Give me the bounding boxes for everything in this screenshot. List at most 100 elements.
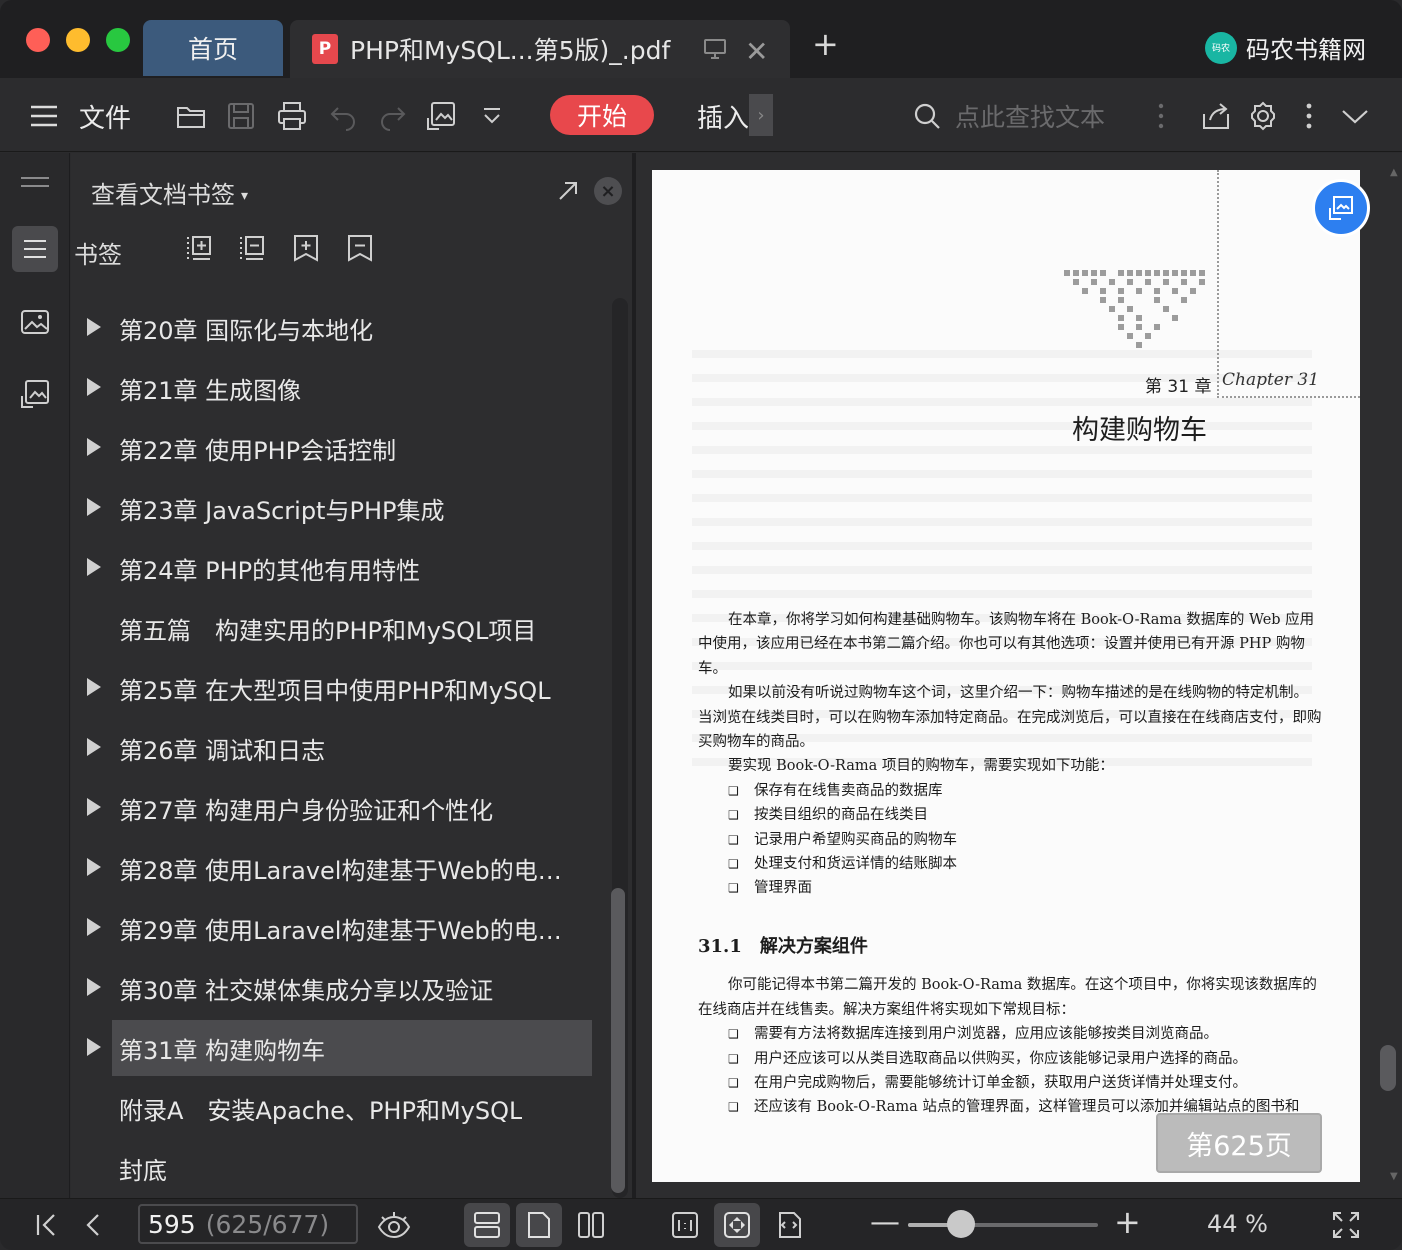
panel-title-dropdown[interactable]: 查看文档书签 ▾ — [91, 175, 248, 210]
expand-triangle-icon[interactable] — [87, 798, 101, 816]
more-tabs-arrow[interactable]: › — [749, 94, 773, 136]
settings-gear-icon[interactable] — [1247, 100, 1279, 132]
list-item: 用户还应该可以从类目选取商品以供购买，你应该能够记录用户选择的商品。 — [698, 1047, 1322, 1072]
bookmark-item[interactable]: 封底 — [71, 1138, 606, 1198]
thumbnail-button[interactable] — [12, 299, 58, 345]
zoom-window-button[interactable] — [106, 28, 130, 52]
expand-triangle-icon[interactable] — [87, 378, 101, 396]
decorative-dotted-line — [1217, 170, 1219, 398]
fit-page-button[interactable] — [714, 1203, 760, 1247]
scroll-up-arrow[interactable]: ▲ — [1390, 167, 1398, 178]
close-tab-icon[interactable]: ✕ — [745, 35, 768, 68]
bookmark-list-button[interactable] — [12, 226, 58, 272]
bookmark-label: 第21章 生成图像 — [119, 376, 302, 405]
remove-bookmark-icon[interactable] — [345, 233, 375, 263]
chapter-title: 构建购物车 — [1072, 415, 1207, 446]
more-vertical-icon[interactable] — [1145, 100, 1177, 132]
redo-icon[interactable] — [376, 100, 408, 132]
tab-insert[interactable]: 插入 — [697, 98, 749, 135]
expand-triangle-icon[interactable] — [87, 438, 101, 456]
print-icon[interactable] — [276, 100, 308, 132]
save-icon[interactable] — [225, 100, 257, 132]
fullscreen-icon[interactable] — [1330, 1209, 1362, 1241]
title-bar: 首页 P PHP和MySQL...第5版)_.pdf ✕ + 码农 码农书籍网 — [0, 0, 1402, 78]
list-item: 按类目组织的商品在线类目 — [698, 803, 1322, 828]
list-item: 处理支付和货运详情的结账脚本 — [698, 852, 1322, 877]
expand-triangle-icon[interactable] — [87, 918, 101, 936]
bookmark-item[interactable]: 第22章 使用PHP会话控制 — [71, 418, 606, 478]
extract-page-button[interactable] — [12, 371, 58, 417]
pop-out-icon[interactable] — [556, 179, 580, 203]
file-menu[interactable]: 文件 — [79, 98, 131, 135]
share-icon[interactable] — [1200, 100, 1232, 132]
bookmark-label: 附录A 安装Apache、PHP和MySQL — [119, 1096, 523, 1125]
expand-all-icon[interactable] — [184, 233, 214, 263]
expand-triangle-icon[interactable] — [87, 738, 101, 756]
expand-triangle-icon[interactable] — [87, 558, 101, 576]
continuous-scroll-button[interactable] — [464, 1203, 510, 1247]
export-image-icon — [21, 380, 49, 408]
collapse-toolbar-icon[interactable] — [1339, 100, 1371, 132]
bookmark-item[interactable]: 第28章 使用Laravel构建基于Web的电… — [71, 838, 606, 898]
section-heading: 31.1 解决方案组件 — [698, 935, 868, 957]
expand-triangle-icon[interactable] — [87, 978, 101, 996]
bookmark-item[interactable]: 第五篇 构建实用的PHP和MySQL项目 — [71, 598, 606, 658]
bookmark-item[interactable]: 附录A 安装Apache、PHP和MySQL — [71, 1078, 606, 1138]
bookmark-item[interactable]: 第27章 构建用户身份验证和个性化 — [71, 778, 606, 838]
more-options-icon[interactable] — [1293, 100, 1325, 132]
search-icon[interactable] — [911, 100, 943, 132]
previous-page-icon[interactable] — [78, 1209, 110, 1241]
expand-triangle-icon[interactable] — [87, 498, 101, 516]
two-page-button[interactable] — [568, 1203, 614, 1247]
undo-icon[interactable] — [328, 100, 360, 132]
zoom-out-button[interactable]: — — [870, 1205, 900, 1240]
tab-document[interactable]: P PHP和MySQL...第5版)_.pdf ✕ — [290, 20, 790, 78]
expand-triangle-icon[interactable] — [87, 1038, 101, 1056]
bookmark-item[interactable]: 第29章 使用Laravel构建基于Web的电… — [71, 898, 606, 958]
bookmark-item[interactable]: 第23章 JavaScript与PHP集成 — [71, 478, 606, 538]
minimize-window-button[interactable] — [66, 28, 90, 52]
panel-scrollbar-thumb[interactable] — [611, 888, 625, 1193]
bookmark-item[interactable]: 第25章 在大型项目中使用PHP和MySQL — [71, 658, 606, 718]
actual-size-button[interactable] — [662, 1203, 708, 1247]
bookmark-item[interactable]: 第21章 生成图像 — [71, 358, 606, 418]
bookmark-item[interactable]: 第30章 社交媒体集成分享以及验证 — [71, 958, 606, 1018]
new-tab-button[interactable]: + — [812, 28, 839, 60]
page-number-input[interactable]: 595 (625/677) — [138, 1204, 358, 1244]
close-panel-button[interactable]: × — [594, 177, 622, 205]
open-folder-icon[interactable] — [175, 100, 207, 132]
zoom-level[interactable]: 44 % — [1207, 1210, 1268, 1238]
bookmark-item[interactable]: 第31章 构建购物车 — [71, 1018, 606, 1078]
scroll-down-arrow[interactable]: ▼ — [1390, 1171, 1398, 1182]
fit-width-button[interactable] — [766, 1203, 812, 1247]
add-bookmark-icon[interactable] — [291, 233, 321, 263]
collapse-panel-icon[interactable] — [19, 175, 51, 189]
export-image-icon[interactable] — [425, 100, 457, 132]
chevron-down-icon[interactable] — [476, 100, 508, 132]
eye-protection-icon[interactable] — [376, 1209, 412, 1241]
search-input[interactable]: 点此查找文本 — [955, 98, 1105, 134]
floating-tool-button[interactable] — [1312, 179, 1370, 237]
expand-triangle-icon[interactable] — [87, 858, 101, 876]
collapse-all-icon[interactable] — [237, 233, 267, 263]
bookmark-item[interactable]: 第20章 国际化与本地化 — [71, 298, 606, 358]
monitor-icon[interactable] — [703, 37, 727, 61]
bookmark-label: 第27章 构建用户身份验证和个性化 — [119, 796, 494, 825]
zoom-in-button[interactable]: + — [1114, 1203, 1141, 1241]
bookmark-item[interactable]: 第24章 PHP的其他有用特性 — [71, 538, 606, 598]
first-page-icon[interactable] — [30, 1209, 62, 1241]
menu-icon[interactable] — [28, 100, 60, 132]
bookmarks-label: 书签 — [74, 241, 122, 269]
single-page-button[interactable] — [516, 1203, 562, 1247]
zoom-slider-knob[interactable] — [947, 1210, 976, 1238]
bookmark-item[interactable]: 第26章 调试和日志 — [71, 718, 606, 778]
expand-triangle-icon[interactable] — [87, 678, 101, 696]
tab-start[interactable]: 开始 — [550, 95, 654, 135]
document-scrollbar-thumb[interactable] — [1380, 1045, 1396, 1091]
expand-triangle-icon[interactable] — [87, 318, 101, 336]
list-icon — [24, 240, 46, 258]
list-item: 在用户完成购物后，需要能够统计订单金额，获取用户送货详情并处理支付。 — [698, 1071, 1322, 1096]
close-window-button[interactable] — [26, 28, 50, 52]
tab-home[interactable]: 首页 — [143, 20, 283, 76]
bookmark-label: 第20章 国际化与本地化 — [119, 316, 374, 345]
